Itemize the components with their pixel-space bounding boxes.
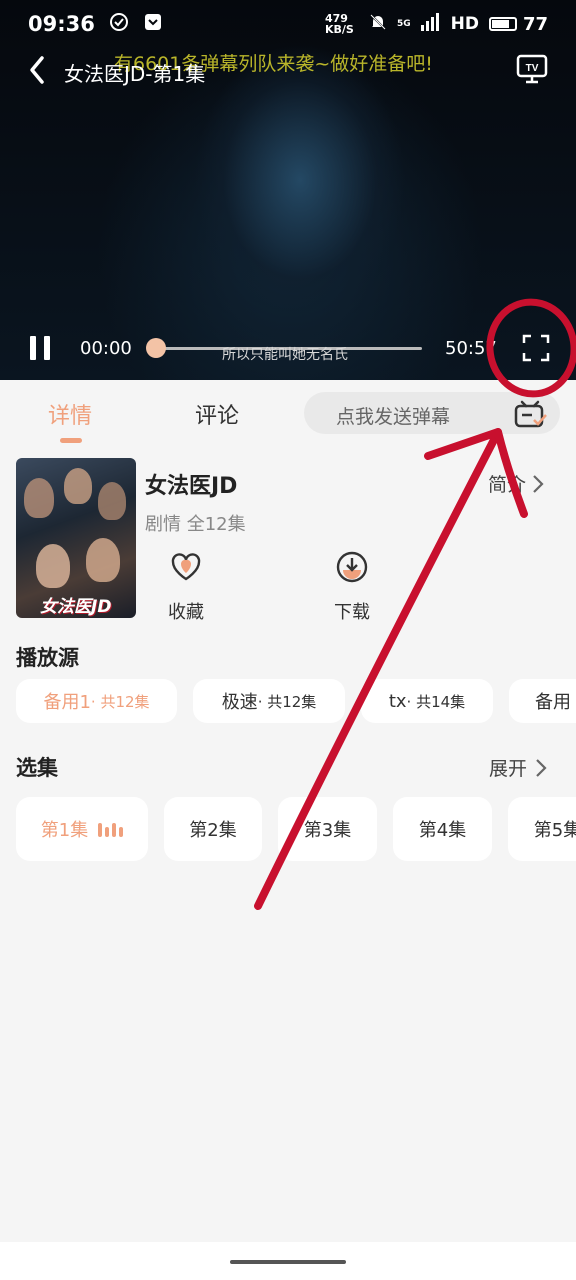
battery-icon <box>488 17 517 31</box>
episodes-title: 选集 <box>16 756 58 780</box>
episode-chip[interactable]: 第1集 <box>16 797 148 861</box>
pause-button[interactable] <box>28 336 52 362</box>
mute-bell-icon <box>369 13 387 35</box>
danmu-tv-icon <box>514 400 547 428</box>
download-label: 下载 <box>334 602 370 623</box>
tab-detail[interactable]: 详情 <box>48 398 92 430</box>
tab-comment[interactable]: 评论 <box>195 398 239 430</box>
source-chip[interactable]: tx · 共14集 <box>361 679 493 723</box>
player-controls: 00:00 所以只能叫她无名氏 50:57 <box>0 326 576 372</box>
tab-active-indicator <box>60 438 82 443</box>
episodes-list: 第1集 第2集 第3集 第4集 第5集 <box>16 797 576 867</box>
sources-list: 备用1 · 共12集 极速 · 共12集 tx · 共14集 备用 <box>16 679 576 749</box>
detail-tabs: 详情 评论 点我发送弹幕 <box>0 380 576 444</box>
favorite-button[interactable]: 收藏 <box>146 550 226 624</box>
pause-icon <box>30 336 36 360</box>
download-icon <box>336 551 368 583</box>
chevron-right-icon <box>536 758 547 777</box>
source-chip[interactable]: 备用1 · 共12集 <box>16 679 177 723</box>
status-bar: 09:36 479 KB/S 5G HD 77 <box>0 0 576 48</box>
episode-chip[interactable]: 第2集 <box>164 797 262 861</box>
show-meta: 剧情 全12集 <box>145 514 246 535</box>
network-type: 5G <box>396 19 411 29</box>
danmu-toggle-button[interactable] <box>512 396 548 430</box>
net-speed: 479 KB/S <box>324 12 354 36</box>
episode-chip[interactable]: 第4集 <box>393 797 492 861</box>
download-button[interactable]: 下载 <box>312 550 392 624</box>
battery: 77 <box>488 13 548 35</box>
playing-bars-icon <box>98 821 124 837</box>
episode-chip[interactable]: 第5集 <box>508 797 576 861</box>
video-title: 女法医JD-第1集 <box>64 62 206 86</box>
cast-tv-button[interactable]: TV <box>516 54 548 84</box>
expand-label: 展开 <box>489 758 528 780</box>
status-time: 09:36 <box>28 12 95 36</box>
source-chip[interactable]: 极速 · 共12集 <box>193 679 345 723</box>
show-poster[interactable]: 女法医JD <box>16 458 136 618</box>
episode-chip[interactable]: 第3集 <box>278 797 377 861</box>
system-nav-bar <box>0 1242 576 1280</box>
current-time: 00:00 <box>80 338 132 359</box>
intro-link[interactable]: 简介 <box>488 470 544 497</box>
poster-title: 女法医JD <box>40 597 112 617</box>
fullscreen-icon <box>522 334 550 362</box>
source-chip[interactable]: 备用 <box>509 679 576 723</box>
tv-icon: TV <box>516 54 548 84</box>
battery-level: 77 <box>522 13 548 35</box>
check-circle-icon <box>109 12 129 37</box>
favorite-label: 收藏 <box>168 602 204 623</box>
back-button[interactable] <box>24 54 52 86</box>
status-right: 479 KB/S 5G HD 77 <box>325 13 548 35</box>
hd-label: HD <box>450 14 479 34</box>
intro-label: 简介 <box>488 474 527 496</box>
chevron-left-icon <box>30 56 44 84</box>
video-player[interactable]: 09:36 479 KB/S 5G HD 77 有6601条弹幕列队来袭~做好准… <box>0 0 576 380</box>
sources-title: 播放源 <box>16 646 79 670</box>
signal-icon <box>420 13 441 35</box>
heart-icon <box>171 553 201 581</box>
chevron-right-icon <box>533 474 544 493</box>
show-title: 女法医JD <box>145 474 238 499</box>
fullscreen-button[interactable] <box>522 334 550 362</box>
svg-text:TV: TV <box>526 63 539 74</box>
progress-thumb[interactable] <box>146 338 166 358</box>
home-indicator[interactable] <box>230 1260 346 1264</box>
subtitle-text: 所以只能叫她无名氏 <box>222 347 348 363</box>
expand-episodes-link[interactable]: 展开 <box>489 754 547 781</box>
notification-icon <box>143 12 163 37</box>
player-top-bar: 有6601条弹幕列队来袭~做好准备吧! 女法医JD-第1集 TV <box>0 48 576 92</box>
duration-time: 50:57 <box>445 338 497 359</box>
